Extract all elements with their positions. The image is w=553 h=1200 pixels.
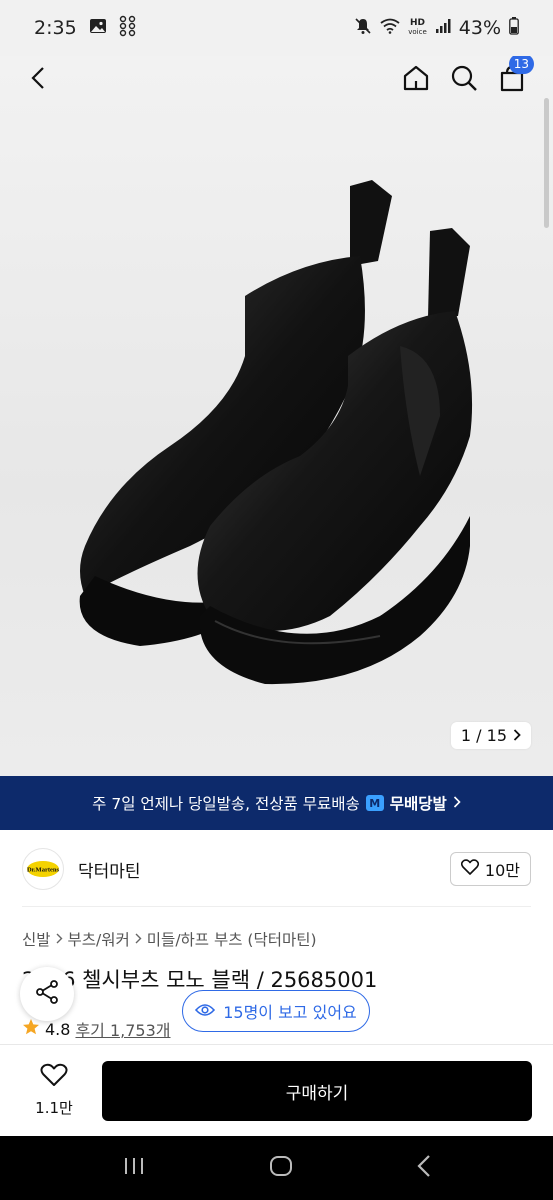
eye-icon xyxy=(195,1002,216,1021)
back-button[interactable] xyxy=(18,60,58,100)
heart-icon xyxy=(460,859,479,879)
battery-percent: 43% xyxy=(458,17,501,39)
home-button[interactable] xyxy=(396,60,436,100)
banner-text: 주 7일 언제나 당일발송, 전상품 무료배송 xyxy=(92,795,360,813)
gallery-icon xyxy=(89,17,107,40)
brand-row[interactable]: Dr.Martens 닥터마틴 10만 xyxy=(0,832,553,906)
breadcrumb-item[interactable]: 신발 xyxy=(22,928,51,950)
chevron-right-icon xyxy=(453,794,461,812)
status-bar: 2:35 HD voice 43% xyxy=(0,0,553,56)
heart-icon xyxy=(40,1063,68,1091)
breadcrumb-item[interactable]: 미들/하프 부츠 (닥터마틴) xyxy=(147,928,317,950)
chevron-right-icon xyxy=(513,726,521,745)
image-counter-text: 1 / 15 xyxy=(460,726,507,745)
wishlist-button[interactable]: 1.1만 xyxy=(28,1063,80,1118)
brand-like-count: 10만 xyxy=(484,861,520,880)
rating-score: 4.8 xyxy=(45,1019,71,1039)
battery-icon xyxy=(509,16,519,40)
review-count-link[interactable]: 후기 1,753개 xyxy=(75,1017,170,1041)
divider xyxy=(22,906,531,907)
buy-button[interactable]: 구매하기 xyxy=(102,1061,532,1121)
chevron-right-icon xyxy=(56,930,63,948)
signal-icon xyxy=(435,17,451,39)
brand-name[interactable]: 닥터마틴 xyxy=(78,857,141,882)
svg-text:Dr.Martens: Dr.Martens xyxy=(27,867,60,874)
star-icon xyxy=(22,1018,40,1040)
delivery-banner[interactable]: 주 7일 언제나 당일발송, 전상품 무료배송 M 무배당발 xyxy=(0,776,553,830)
scroll-indicator xyxy=(544,98,549,228)
home-nav-button[interactable] xyxy=(269,1154,293,1182)
viewers-badge: 15명이 보고 있어요 xyxy=(182,990,370,1032)
banner-brand: 무배당발 xyxy=(389,795,447,813)
breadcrumb: 신발 부츠/워커 미들/하프 부츠 (닥터마틴) xyxy=(22,928,317,950)
boot-image xyxy=(79,180,473,685)
android-navigation-bar xyxy=(0,1136,553,1200)
brand-logo[interactable]: Dr.Martens xyxy=(22,848,64,890)
status-time: 2:35 xyxy=(34,17,77,39)
back-icon xyxy=(31,66,45,94)
back-nav-button[interactable] xyxy=(416,1154,432,1182)
breadcrumb-item[interactable]: 부츠/워커 xyxy=(68,928,130,950)
banner-logo-mark: M xyxy=(365,795,384,811)
image-counter[interactable]: 1 / 15 xyxy=(450,722,531,749)
recent-apps-button[interactable] xyxy=(122,1156,146,1180)
brand-like-button[interactable]: 10만 xyxy=(449,852,531,886)
chevron-right-icon xyxy=(135,930,142,948)
hd-voice-icon: HD voice xyxy=(408,18,427,37)
home-icon xyxy=(402,64,430,96)
mute-icon xyxy=(354,17,372,40)
wishlist-count: 1.1만 xyxy=(35,1099,73,1117)
search-button[interactable] xyxy=(444,60,484,100)
search-icon xyxy=(450,64,478,96)
top-navigation: 13 xyxy=(0,54,553,100)
bottom-action-bar: 1.1만 구매하기 xyxy=(0,1044,553,1136)
share-icon xyxy=(34,979,60,1009)
notification-dots-icon xyxy=(119,15,137,42)
cart-button[interactable]: 13 xyxy=(492,54,534,100)
cart-count-badge: 13 xyxy=(508,54,534,74)
share-button[interactable] xyxy=(20,967,74,1021)
wifi-icon xyxy=(380,17,400,39)
product-image[interactable]: 1 / 15 xyxy=(0,56,553,776)
viewers-text: 15명이 보고 있어요 xyxy=(223,1003,357,1022)
